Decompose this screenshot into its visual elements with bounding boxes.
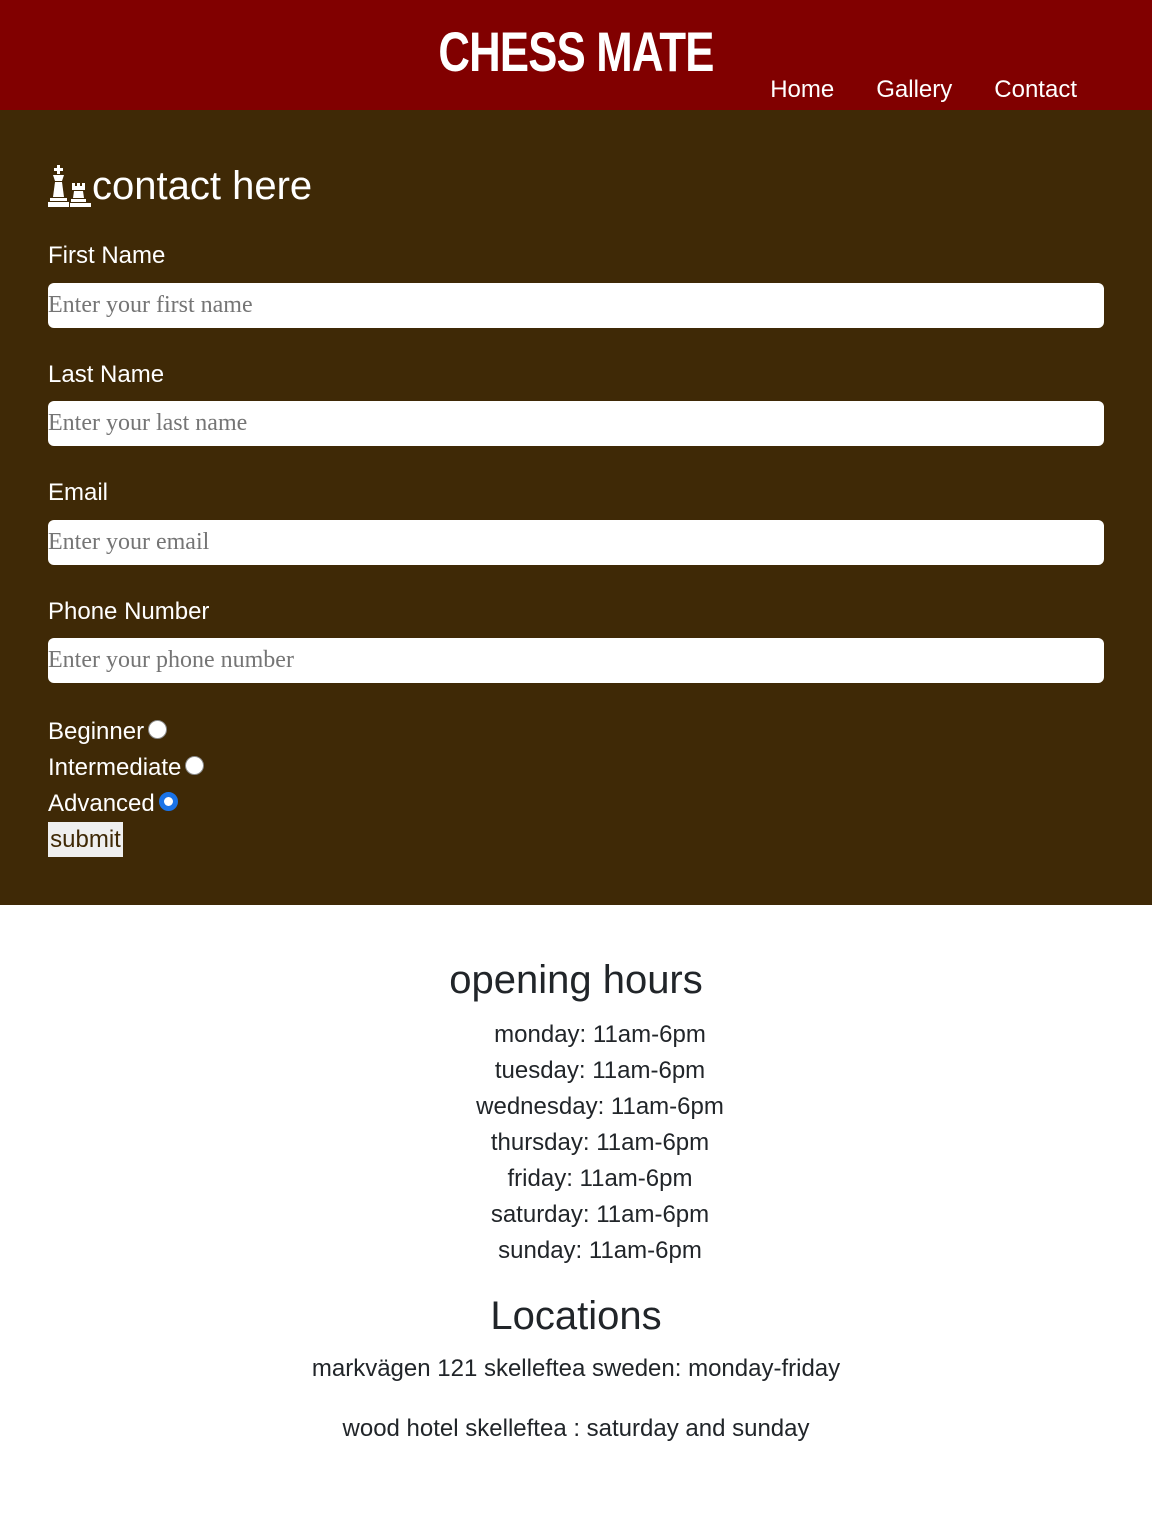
last-name-input[interactable] [48, 401, 1104, 446]
phone-number-label: Phone Number [48, 598, 210, 625]
opening-hours-heading: opening hours [449, 958, 703, 1002]
level-option-beginner[interactable]: Beginner [48, 714, 168, 750]
location-item: markvägen 121 skelleftea sweden: monday-… [311, 1355, 841, 1382]
hours-item: monday: 11am-6pm [494, 1021, 706, 1048]
phone-number-input[interactable] [48, 638, 1104, 683]
hours-item: friday: 11am-6pm [507, 1165, 693, 1192]
site-header: CHESS MATE Home Gallery Contact [0, 0, 1152, 110]
main-nav: Home Gallery Contact [770, 74, 1077, 106]
level-label-beginner: Beginner [48, 718, 145, 745]
email-label: Email [48, 479, 109, 506]
location-item: wood hotel skelleftea : saturday and sun… [342, 1415, 810, 1442]
contact-section: contact here First Name Last Name Email … [0, 110, 1152, 905]
locations-heading: Locations [490, 1294, 662, 1338]
level-label-intermediate: Intermediate [48, 754, 182, 781]
hours-item: sunday: 11am-6pm [498, 1237, 702, 1264]
first-name-input[interactable] [48, 283, 1104, 328]
level-label-advanced: Advanced [48, 790, 155, 817]
nav-contact-link[interactable]: Contact [994, 74, 1077, 106]
first-name-label: First Name [48, 242, 166, 269]
hours-item: saturday: 11am-6pm [490, 1201, 710, 1228]
radio-intermediate[interactable] [185, 755, 205, 775]
contact-heading: contact here [48, 160, 312, 212]
hours-item: thursday: 11am-6pm [490, 1129, 710, 1156]
hours-item: tuesday: 11am-6pm [494, 1057, 706, 1084]
level-option-intermediate[interactable]: Intermediate [48, 750, 205, 786]
opening-hours-list: monday: 11am-6pm tuesday: 11am-6pm wedne… [0, 1017, 1152, 1269]
radio-advanced[interactable] [158, 791, 178, 811]
nav-gallery-link[interactable]: Gallery [876, 74, 952, 106]
nav-home-link[interactable]: Home [770, 74, 834, 106]
submit-button[interactable]: submit [48, 822, 123, 857]
chess-king-icon [48, 165, 91, 207]
last-name-label: Last Name [48, 361, 165, 388]
radio-beginner[interactable] [148, 719, 168, 739]
contact-heading-text: contact here [92, 164, 313, 208]
hours-item: wednesday: 11am-6pm [476, 1093, 724, 1120]
email-input[interactable] [48, 520, 1104, 565]
chess-pieces-icon [48, 165, 92, 207]
level-option-advanced[interactable]: Advanced [48, 786, 178, 822]
